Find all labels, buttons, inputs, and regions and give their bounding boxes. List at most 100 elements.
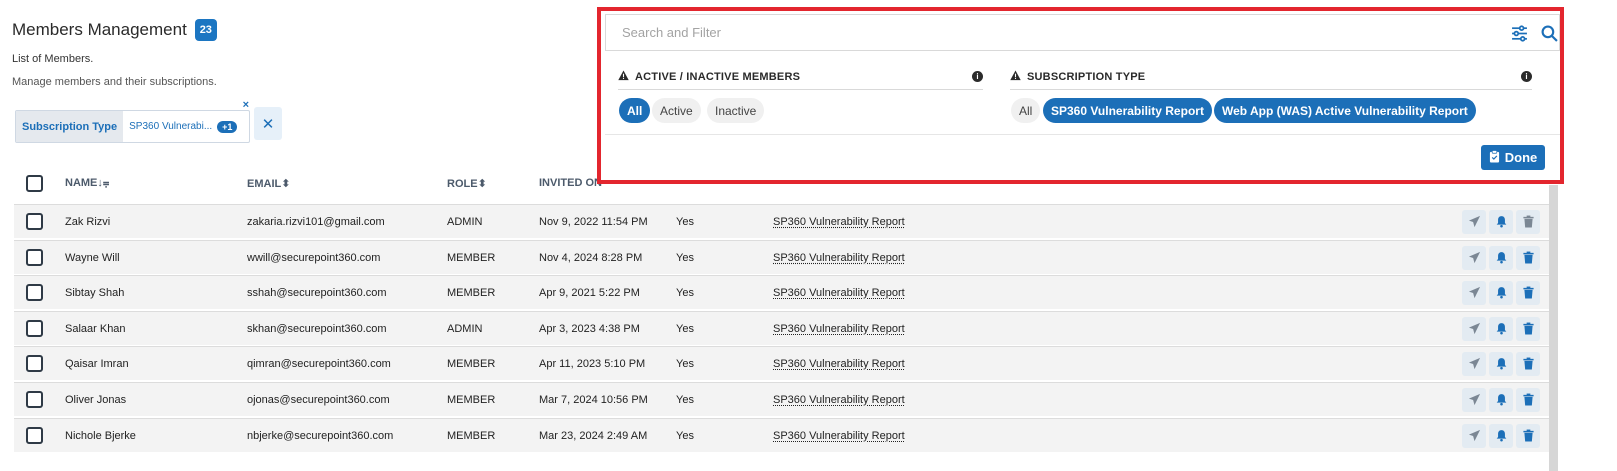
send-icon[interactable] xyxy=(1462,387,1486,412)
bell-icon[interactable] xyxy=(1489,423,1513,448)
trash-icon[interactable] xyxy=(1516,209,1540,234)
trash-icon[interactable] xyxy=(1516,351,1540,376)
status-pill-all[interactable]: All xyxy=(619,98,651,123)
remove-filter-icon[interactable]: × xyxy=(243,99,249,111)
row-actions xyxy=(1462,280,1540,305)
row-checkbox[interactable] xyxy=(26,284,43,301)
send-icon[interactable] xyxy=(1462,209,1486,234)
member-subscription-link[interactable]: SP360 Vulnerability Report xyxy=(773,216,905,228)
table-row[interactable]: Salaar Khan skhan@securepoint360.com ADMIN… xyxy=(14,311,1549,345)
column-header-role-label: ROLE xyxy=(447,177,478,190)
bell-icon[interactable] xyxy=(1489,209,1513,234)
row-actions xyxy=(1462,245,1540,270)
member-role: MEMBER xyxy=(447,393,496,406)
member-active-status: Yes xyxy=(676,393,694,406)
bell-icon[interactable] xyxy=(1489,245,1513,270)
table-row[interactable]: Zak Rizvi zakaria.rizvi101@gmail.com ADMIN… xyxy=(14,204,1549,238)
member-email: wwill@securepoint360.com xyxy=(247,251,381,264)
done-button[interactable]: Done xyxy=(1481,145,1545,170)
row-checkbox[interactable] xyxy=(26,320,43,337)
sliders-icon[interactable] xyxy=(1511,25,1528,42)
row-actions xyxy=(1462,316,1540,341)
member-subscription-link[interactable]: SP360 Vulnerability Report xyxy=(773,287,905,299)
clear-filters-button[interactable]: ✕ xyxy=(254,107,282,140)
info-icon[interactable]: i xyxy=(1521,71,1532,82)
member-email: skhan@securepoint360.com xyxy=(247,322,387,335)
table-row[interactable]: Oliver Jonas ojonas@securepoint360.com MEM… xyxy=(14,382,1549,416)
member-subscription-link[interactable]: SP360 Vulnerability Report xyxy=(773,394,905,406)
filter-chip-key: Subscription Type xyxy=(16,111,124,142)
member-active-status: Yes xyxy=(676,322,694,335)
member-name: Wayne Will xyxy=(65,251,120,264)
member-active-status: Yes xyxy=(676,251,694,264)
trash-icon[interactable] xyxy=(1516,280,1540,305)
column-header-email[interactable]: EMAIL⬍ xyxy=(247,177,290,190)
subscription-pill-sp360[interactable]: SP360 Vulnerability Report xyxy=(1043,98,1212,123)
send-icon[interactable] xyxy=(1462,245,1486,270)
sort-icon: ⬍ xyxy=(281,177,291,190)
member-subscription-link[interactable]: SP360 Vulnerability Report xyxy=(773,430,905,442)
send-icon[interactable] xyxy=(1462,316,1486,341)
subscription-pill-all[interactable]: All xyxy=(1011,98,1041,123)
info-icon[interactable]: i xyxy=(972,71,983,82)
trash-icon[interactable] xyxy=(1516,423,1540,448)
clipboard-icon xyxy=(1489,149,1500,166)
trash-icon[interactable] xyxy=(1516,316,1540,341)
bell-icon[interactable] xyxy=(1489,280,1513,305)
row-checkbox[interactable] xyxy=(26,355,43,372)
send-icon[interactable] xyxy=(1462,280,1486,305)
filter-chip-extra-badge: +1 xyxy=(217,120,238,133)
row-checkbox[interactable] xyxy=(26,427,43,444)
member-active-status: Yes xyxy=(676,215,694,228)
divider xyxy=(605,134,1560,135)
table-row[interactable]: Sibtay Shah sshah@securepoint360.com MEMBE… xyxy=(14,275,1549,309)
member-role: MEMBER xyxy=(447,357,496,370)
filter-chip-value: SP360 Vulnerabi... xyxy=(129,121,213,132)
scrollbar[interactable] xyxy=(1549,185,1558,471)
row-checkbox[interactable] xyxy=(26,391,43,408)
bell-icon[interactable] xyxy=(1489,387,1513,412)
search-input[interactable] xyxy=(606,25,1466,40)
trash-icon[interactable] xyxy=(1516,245,1540,270)
table-row[interactable]: Nichole Bjerke nbjerke@securepoint360.com… xyxy=(14,418,1549,452)
column-header-invited-on[interactable]: INVITED ON xyxy=(539,177,602,189)
table-row[interactable]: Qaisar Imran qimran@securepoint360.com MEM… xyxy=(14,346,1549,380)
status-pill-active[interactable]: Active xyxy=(652,98,701,123)
search-filter-panel: ACTIVE / INACTIVE MEMBERS i All Active I… xyxy=(597,7,1564,184)
member-subscription-link[interactable]: SP360 Vulnerability Report xyxy=(773,252,905,264)
subscription-pill-was[interactable]: Web App (WAS) Active Vulnerability Repor… xyxy=(1214,98,1476,123)
column-header-role[interactable]: ROLE⬍ xyxy=(447,177,487,190)
row-checkbox[interactable] xyxy=(26,249,43,266)
member-email: nbjerke@securepoint360.com xyxy=(247,429,394,442)
search-icon[interactable] xyxy=(1541,25,1558,42)
member-invited-date: Apr 3, 2023 4:38 PM xyxy=(539,322,640,335)
warning-icon xyxy=(1010,70,1021,84)
select-all-checkbox[interactable] xyxy=(26,174,43,192)
send-icon[interactable] xyxy=(1462,351,1486,376)
bell-icon[interactable] xyxy=(1489,351,1513,376)
send-icon[interactable] xyxy=(1462,423,1486,448)
active-filter-chip[interactable]: Subscription Type SP360 Vulnerabi... +1 … xyxy=(15,99,250,143)
member-count-badge: 23 xyxy=(194,19,217,41)
table-row[interactable]: Wayne Will wwill@securepoint360.com MEMBER… xyxy=(14,240,1549,274)
member-role: MEMBER xyxy=(447,286,496,299)
member-role: MEMBER xyxy=(447,429,496,442)
member-subscription-link[interactable]: SP360 Vulnerability Report xyxy=(773,323,905,335)
member-active-status: Yes xyxy=(676,429,694,442)
status-section-title: ACTIVE / INACTIVE MEMBERS xyxy=(618,70,800,84)
member-role: ADMIN xyxy=(447,322,483,335)
divider xyxy=(618,89,983,90)
divider xyxy=(1010,89,1532,90)
member-invited-date: Mar 7, 2024 10:56 PM xyxy=(539,393,648,406)
trash-icon[interactable] xyxy=(1516,387,1540,412)
status-pill-inactive[interactable]: Inactive xyxy=(707,98,765,123)
row-checkbox[interactable] xyxy=(26,213,43,230)
member-subscription-link[interactable]: SP360 Vulnerability Report xyxy=(773,358,905,370)
column-header-name[interactable]: NAME↓⩦ xyxy=(65,177,109,190)
member-invited-date: Nov 9, 2022 11:54 PM xyxy=(539,215,648,228)
page-subtitle: List of Members. xyxy=(12,53,94,65)
bell-icon[interactable] xyxy=(1489,316,1513,341)
page-title: Members Management 23 xyxy=(12,19,217,41)
member-email: zakaria.rizvi101@gmail.com xyxy=(247,215,385,228)
page-title-text: Members Management xyxy=(12,20,187,39)
